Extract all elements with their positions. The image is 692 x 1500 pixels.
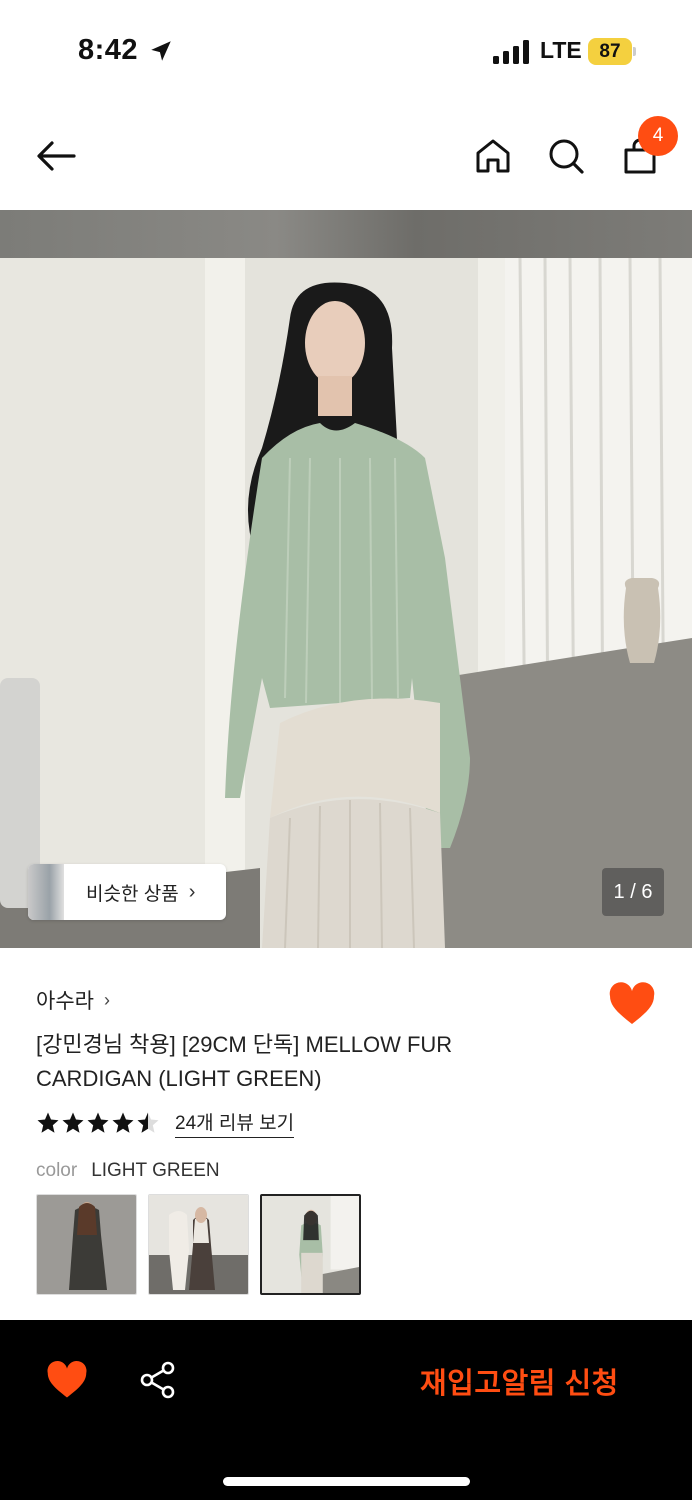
status-bar: 8:42 LTE 87: [0, 0, 692, 100]
half-star-icon: [137, 1112, 159, 1133]
home-icon: [476, 139, 510, 173]
color-label: color: [36, 1160, 78, 1181]
swatch-image: [37, 1195, 136, 1294]
rating-stars: [36, 1111, 161, 1135]
rating-row: 24개 리뷰 보기: [36, 1108, 295, 1138]
product-photo-illustration: [0, 258, 692, 948]
network-type: LTE: [540, 37, 582, 63]
similar-products-button[interactable]: 비슷한 상품 ›: [28, 864, 226, 920]
star-icon: [37, 1112, 59, 1133]
product-image[interactable]: [0, 258, 692, 948]
similar-products-label: 비슷한 상품: [86, 883, 179, 905]
chevron-right-icon: ›: [188, 880, 196, 903]
color-swatch[interactable]: [36, 1194, 137, 1295]
location-arrow-icon: [151, 41, 171, 61]
cart-count-badge: 4: [638, 116, 678, 156]
product-title: [강민경님 착용] [29CM 단독] MELLOW FUR CARDIGAN …: [36, 1032, 453, 1091]
image-page-indicator: 1 / 6: [602, 868, 664, 916]
wishlist-heart-icon[interactable]: [46, 1360, 88, 1400]
similar-products-thumbnail: [28, 864, 64, 920]
bottom-action-bar: [0, 1320, 692, 1500]
brand-name: 아수라: [36, 990, 94, 1013]
color-swatch-selected[interactable]: [260, 1194, 361, 1295]
search-button[interactable]: [540, 130, 592, 182]
home-button[interactable]: [467, 130, 519, 182]
previous-image-strip: [0, 210, 692, 258]
battery-icon: 87: [588, 38, 636, 65]
cellular-signal-icon: [493, 40, 529, 64]
search-icon: [549, 139, 584, 174]
swatch-image: [262, 1196, 359, 1293]
color-swatch[interactable]: [148, 1194, 249, 1295]
reviews-link[interactable]: 24개 리뷰 보기: [175, 1108, 295, 1138]
battery-level: 87: [599, 41, 621, 62]
back-button[interactable]: [30, 130, 82, 182]
back-arrow-icon: [37, 141, 76, 171]
brand-link[interactable]: 아수라 ›: [36, 985, 110, 1015]
status-time: 8:42: [78, 34, 139, 66]
chevron-right-icon: ›: [103, 989, 110, 1010]
like-heart-icon[interactable]: [608, 982, 656, 1026]
star-icon: [62, 1112, 84, 1133]
star-icon: [87, 1112, 109, 1133]
color-value: LIGHT GREEN: [91, 1160, 220, 1181]
share-icon[interactable]: [138, 1360, 178, 1400]
home-indicator: [223, 1477, 470, 1486]
color-row: color LIGHT GREEN: [36, 1160, 220, 1182]
restock-alert-button[interactable]: 재입고알림 신청: [420, 1360, 619, 1402]
color-swatches: [36, 1194, 372, 1295]
swatch-image: [149, 1195, 248, 1294]
star-icon: [112, 1112, 134, 1133]
